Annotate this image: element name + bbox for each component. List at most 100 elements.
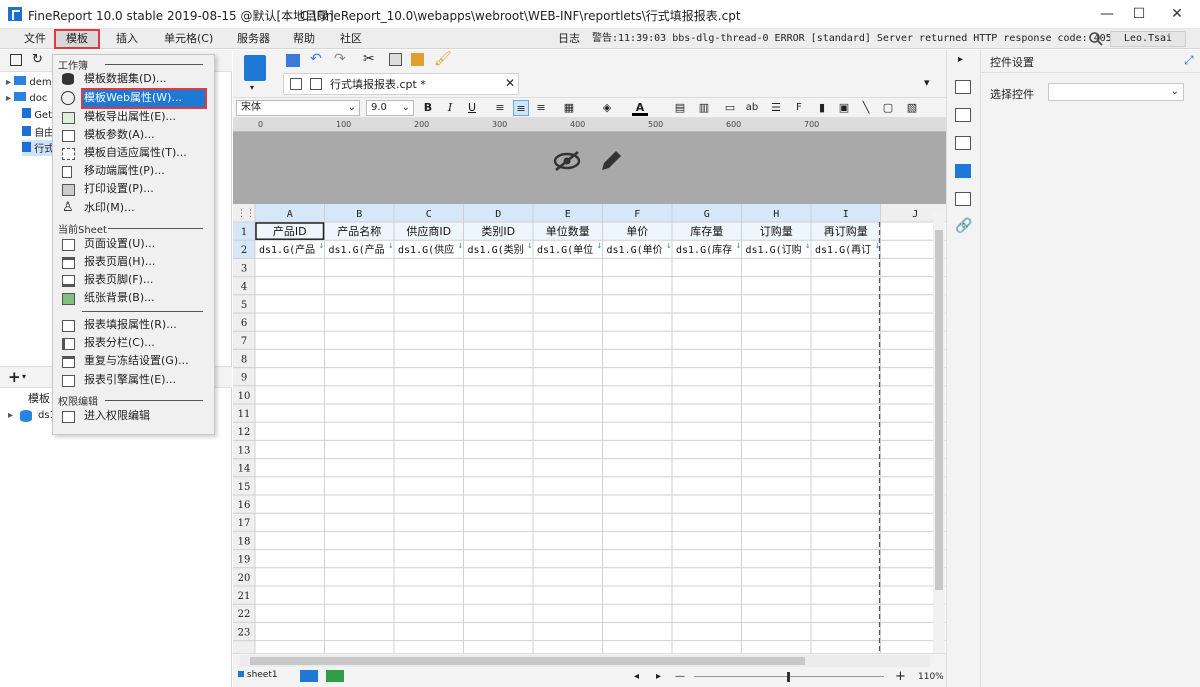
zoom-minus-button[interactable]: — xyxy=(675,671,685,682)
save-icon[interactable] xyxy=(286,54,300,67)
widget-settings-icon[interactable] xyxy=(955,164,971,178)
chevron-down-icon[interactable]: ▾ xyxy=(250,83,254,92)
dataset-tab-label[interactable]: 模板 xyxy=(28,390,50,406)
copy-icon[interactable] xyxy=(389,53,402,66)
data-cell[interactable]: ds1.G(订购 xyxy=(746,243,802,256)
data-cell[interactable]: ds1.G(再订 xyxy=(815,244,871,256)
data-cell[interactable]: ds1.G(库存 xyxy=(676,243,732,256)
menu-help[interactable]: 帮助 xyxy=(293,29,315,49)
split-cells-icon[interactable]: ▥ xyxy=(696,100,712,116)
menu-item-export-attr[interactable]: 模板导出属性(E)... xyxy=(84,108,176,125)
close-tab-icon[interactable]: ✕ xyxy=(505,76,515,90)
text-icon[interactable]: ab xyxy=(744,100,760,116)
font-color-icon[interactable]: A xyxy=(632,100,648,116)
menu-item-report-columns[interactable]: 报表分栏(C)... xyxy=(84,334,155,351)
column-header[interactable]: C xyxy=(426,209,432,220)
chevron-down-icon[interactable]: ▾ xyxy=(22,372,26,381)
data-cell[interactable]: ds1.G(产品 xyxy=(259,243,315,256)
close-button[interactable]: ✕ xyxy=(1154,0,1200,29)
row-header[interactable]: 18 xyxy=(238,536,251,547)
column-header[interactable]: I xyxy=(843,209,849,220)
row-header[interactable]: 4 xyxy=(241,282,247,293)
expand-panel-icon[interactable]: ▸ xyxy=(958,54,963,65)
row-header[interactable]: 13 xyxy=(238,445,251,456)
column-header[interactable]: E xyxy=(565,209,571,220)
menu-item-report-header[interactable]: 报表页眉(H)... xyxy=(84,253,155,270)
column-header[interactable]: J xyxy=(912,209,918,220)
column-header[interactable]: H xyxy=(773,209,779,220)
row-header[interactable]: 7 xyxy=(241,336,247,347)
column-header[interactable]: G xyxy=(704,209,710,220)
select-widget-dropdown[interactable]: ⌄ xyxy=(1048,83,1184,101)
tab-label[interactable]: 行式填报报表.cpt * xyxy=(330,76,426,92)
menu-file[interactable]: 文件 xyxy=(24,29,46,49)
redo-icon[interactable]: ↷ xyxy=(334,51,346,67)
align-center-button[interactable]: ≡ xyxy=(513,100,529,116)
insert-row-icon[interactable]: ▭ xyxy=(722,100,738,116)
menu-item-template-params[interactable]: 模板参数(A)... xyxy=(84,126,155,143)
insert-cell-icon[interactable]: ☰ xyxy=(768,100,784,116)
header-cell[interactable]: 单价 xyxy=(626,225,648,238)
menu-item-print-settings[interactable]: 打印设置(P)... xyxy=(84,180,154,197)
header-cell[interactable]: 再订购量 xyxy=(824,224,868,238)
row-header[interactable]: 21 xyxy=(238,591,251,602)
new-folder-icon[interactable] xyxy=(10,54,22,66)
row-header[interactable]: 12 xyxy=(238,427,251,438)
bold-button[interactable]: B xyxy=(420,100,436,116)
zoom-plus-button[interactable]: + xyxy=(895,669,906,684)
add-sheet-icon[interactable] xyxy=(300,670,318,682)
row-header[interactable]: 22 xyxy=(238,609,251,620)
chart-icon[interactable]: ▮ xyxy=(814,100,830,116)
menu-item-permission-edit[interactable]: 进入权限编辑 xyxy=(84,407,150,424)
row-header[interactable]: 17 xyxy=(238,518,251,529)
border-icon[interactable]: ▦ xyxy=(561,100,577,116)
user-account[interactable]: Leo.Tsai xyxy=(1110,31,1186,47)
menu-item-report-footer[interactable]: 报表页脚(F)... xyxy=(84,271,153,288)
template-doc-icon[interactable] xyxy=(244,55,266,81)
row-header[interactable]: 11 xyxy=(238,409,251,420)
italic-button[interactable]: I xyxy=(442,100,458,116)
tree-item[interactable]: ▸ doc xyxy=(6,92,47,108)
menu-item-web-attr[interactable]: 模板Web属性(W)... xyxy=(84,89,182,106)
float-attr-icon[interactable] xyxy=(955,136,971,150)
column-header[interactable]: D xyxy=(495,209,501,220)
add-dataset-icon[interactable]: + xyxy=(8,368,21,386)
float-element-icon[interactable]: ▧ xyxy=(904,100,920,116)
hyperlink-icon[interactable]: 🔗 xyxy=(955,218,972,234)
menu-insert[interactable]: 插入 xyxy=(116,29,138,49)
scroll-right-icon[interactable]: ▸ xyxy=(656,671,661,682)
expand-icon[interactable]: ▸ xyxy=(8,410,13,421)
row-header[interactable]: 14 xyxy=(238,464,251,475)
menu-server[interactable]: 服务器 xyxy=(237,29,270,49)
subreport-icon[interactable]: ▢ xyxy=(880,100,896,116)
header-cell[interactable]: 产品ID xyxy=(273,224,307,238)
menu-item-engine-attr[interactable]: 报表引擎属性(E)... xyxy=(84,371,176,388)
menu-template[interactable]: 模板 xyxy=(54,29,100,49)
condition-attr-icon[interactable] xyxy=(955,192,971,206)
header-cell[interactable]: 产品名称 xyxy=(337,224,381,238)
fill-color-icon[interactable]: ◈ xyxy=(599,100,615,116)
data-cell[interactable]: ds1.G(单价 xyxy=(607,244,663,256)
tab-menu-icon[interactable]: ▾ xyxy=(924,76,930,89)
menu-item-mobile-attr[interactable]: 移动端属性(P)... xyxy=(84,162,165,179)
row-header[interactable]: 1 xyxy=(241,227,247,238)
edit-pencil-icon[interactable] xyxy=(598,148,624,174)
search-icon[interactable] xyxy=(1088,31,1104,47)
paste-icon[interactable] xyxy=(411,53,424,66)
column-header[interactable]: B xyxy=(356,209,362,220)
row-header[interactable]: 16 xyxy=(238,500,251,511)
cell-attr-icon[interactable] xyxy=(955,80,971,94)
column-header[interactable]: A xyxy=(287,209,293,220)
select-all-icon[interactable]: ⋮⋮ xyxy=(237,209,255,219)
row-header[interactable]: 2 xyxy=(241,245,247,256)
row-header[interactable]: 23 xyxy=(238,627,251,638)
font-family-select[interactable]: 宋体 ⌄ xyxy=(236,100,360,116)
cut-icon[interactable]: ✂ xyxy=(363,51,375,67)
merge-cells-icon[interactable]: ▤ xyxy=(672,100,688,116)
menu-item-page-setup[interactable]: 页面设置(U)... xyxy=(84,235,155,252)
log-label[interactable]: 日志 xyxy=(558,29,580,49)
menu-community[interactable]: 社区 xyxy=(340,29,362,49)
align-left-button[interactable]: ≡ xyxy=(492,100,508,116)
underline-button[interactable]: U xyxy=(464,100,480,116)
row-header[interactable]: 10 xyxy=(238,391,251,402)
